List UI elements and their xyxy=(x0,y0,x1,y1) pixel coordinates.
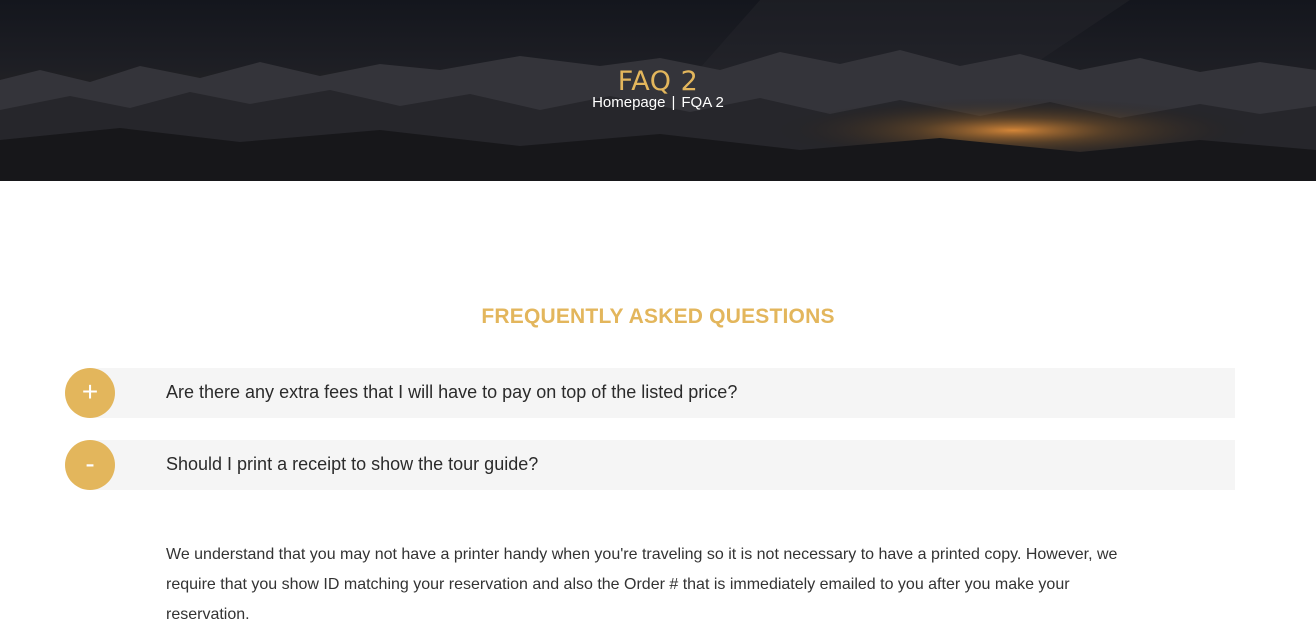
section-title: FREQUENTLY ASKED QUESTIONS xyxy=(481,305,835,329)
faq-answer: We understand that you may not have a pr… xyxy=(166,546,1118,623)
faq-item[interactable]: + Are there any extra fees that I will h… xyxy=(65,368,1235,418)
faq-item[interactable]: - Should I print a receipt to show the t… xyxy=(65,440,1235,490)
faq-question[interactable]: Should I print a receipt to show the tou… xyxy=(166,440,538,490)
page-title: FAQ 2 xyxy=(617,66,699,98)
expand-icon[interactable]: + xyxy=(65,368,115,418)
breadcrumb: Homepage | FQA 2 xyxy=(0,94,1316,111)
page-hero: FAQ 2 Homepage | FQA 2 xyxy=(0,0,1316,181)
breadcrumb-current: FQA 2 xyxy=(681,94,724,111)
breadcrumb-home-link[interactable]: Homepage xyxy=(592,94,665,111)
faq-question[interactable]: Are there any extra fees that I will hav… xyxy=(166,368,737,418)
collapse-icon[interactable]: - xyxy=(65,440,115,490)
breadcrumb-separator: | xyxy=(671,94,676,111)
